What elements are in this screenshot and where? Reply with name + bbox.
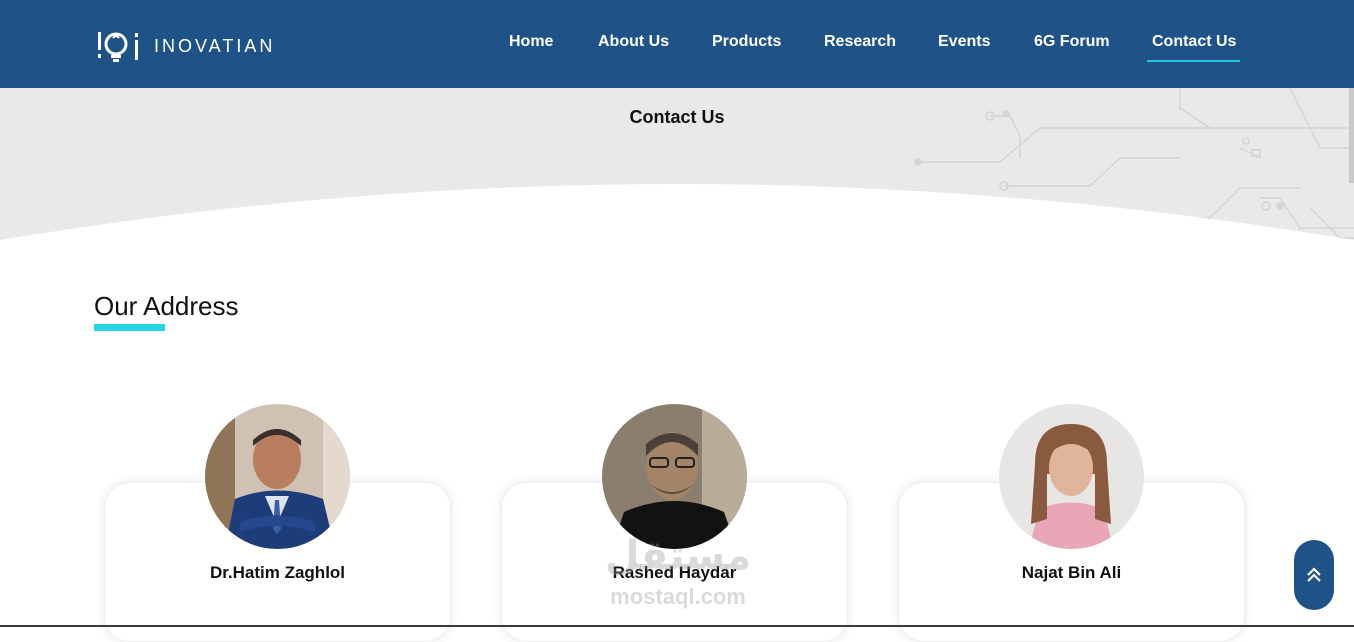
nav-products[interactable]: Products xyxy=(712,33,781,51)
avatar xyxy=(205,404,350,549)
section-title: Our Address xyxy=(94,291,239,321)
person-name: Rashed Haydar xyxy=(612,563,737,582)
nav-contact-us[interactable]: Contact Us xyxy=(1152,33,1236,51)
person-name: Dr.Hatim Zaghlol xyxy=(209,563,346,582)
nav-about-us[interactable]: About Us xyxy=(598,33,669,51)
person-name: Najat Bin Ali xyxy=(1021,563,1122,582)
page-title: Contact Us xyxy=(629,107,725,127)
section-title-underline xyxy=(94,324,165,331)
main-nav: Home About Us Products Research Events 6… xyxy=(0,0,1354,88)
nav-6g-forum[interactable]: 6G Forum xyxy=(1034,33,1110,51)
page-banner: Contact Us xyxy=(0,88,1354,268)
person-photo xyxy=(602,404,747,549)
nav-home[interactable]: Home xyxy=(509,33,553,51)
avatar xyxy=(602,404,747,549)
scrollbar[interactable] xyxy=(1349,88,1354,183)
avatar xyxy=(999,404,1144,549)
nav-events[interactable]: Events xyxy=(938,33,990,51)
scroll-to-top-button[interactable] xyxy=(1294,540,1334,610)
nav-research[interactable]: Research xyxy=(824,33,896,51)
person-photo xyxy=(205,404,350,549)
site-header: INOVATIAN Home About Us Products Researc… xyxy=(0,0,1354,88)
double-chevron-up-icon xyxy=(1307,567,1321,582)
active-nav-indicator xyxy=(1147,60,1240,62)
person-photo xyxy=(999,404,1144,549)
